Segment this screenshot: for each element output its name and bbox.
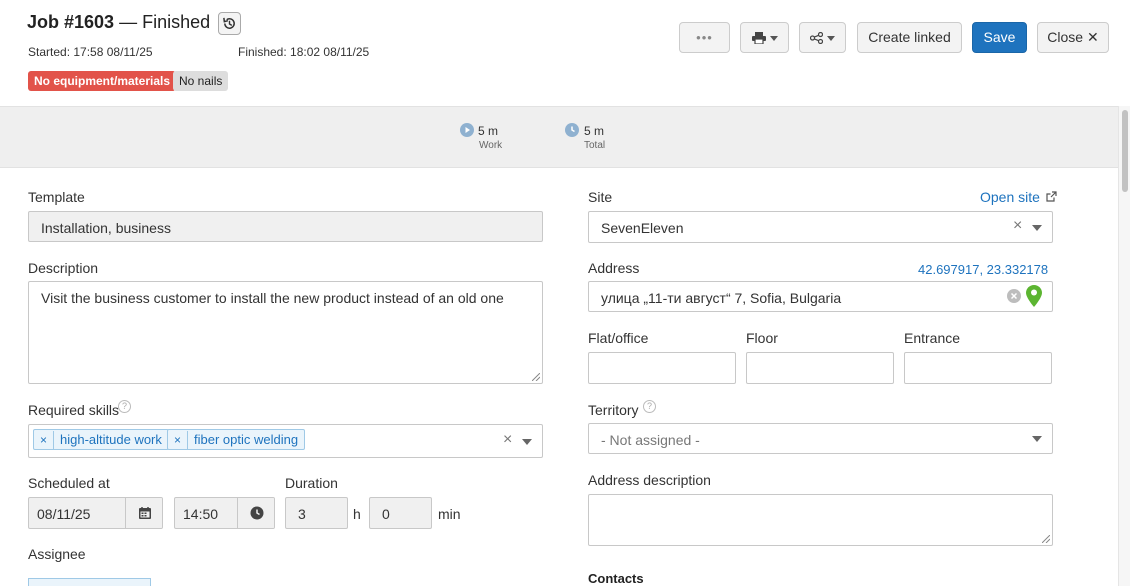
required-skills-label: Required skills (28, 402, 120, 418)
open-site-label: Open site (980, 189, 1040, 205)
clear-icon[interactable]: × (503, 431, 512, 449)
skill-chip: × fiber optic welding (167, 429, 306, 450)
chevron-down-icon (769, 35, 778, 41)
description-label: Description (28, 260, 99, 276)
time-summary-band (0, 106, 1118, 168)
chevron-down-icon[interactable] (1032, 225, 1042, 231)
history-icon (223, 17, 235, 29)
print-button[interactable] (740, 22, 789, 53)
description-textarea[interactable]: Visit the business customer to install t… (28, 281, 543, 384)
required-skills-select[interactable]: × high-altitude work × fiber optic welding… (28, 424, 543, 458)
template-field: Installation, business (28, 211, 543, 242)
work-time-label: Work (479, 140, 503, 151)
floor-label: Floor (746, 330, 778, 346)
job-status: — Finished (119, 12, 211, 32)
map-pin-icon[interactable] (1026, 285, 1042, 307)
address-input[interactable]: улица „11-ти август“ 7, Sofia, Bulgaria (588, 281, 1053, 312)
skill-chip-label: fiber optic welding (194, 432, 299, 447)
external-link-icon (1046, 191, 1057, 202)
chevron-down-icon (827, 35, 835, 41)
duration-hours-input[interactable]: 3 (285, 497, 348, 529)
remove-chip-icon[interactable]: × (34, 431, 54, 450)
work-time-value: 5 m (478, 124, 499, 138)
more-icon: ••• (696, 30, 713, 45)
help-icon[interactable]: ? (643, 400, 656, 413)
territory-label: Territory (588, 402, 639, 418)
address-description-textarea[interactable] (588, 494, 1053, 546)
open-site-link[interactable]: Open site (980, 189, 1057, 205)
description-value: Visit the business customer to install t… (41, 290, 504, 306)
scheduled-at-label: Scheduled at (28, 475, 110, 491)
entrance-input[interactable] (904, 352, 1052, 384)
create-linked-button[interactable]: Create linked (857, 22, 962, 53)
more-button[interactable]: ••• (679, 22, 730, 53)
help-icon[interactable]: ? (118, 400, 131, 413)
play-icon (460, 123, 474, 137)
time-picker-button[interactable] (237, 498, 274, 528)
chevron-down-icon[interactable] (1032, 436, 1042, 442)
flat-office-label: Flat/office (588, 330, 649, 346)
calendar-icon (139, 507, 151, 519)
clear-icon[interactable]: × (1013, 217, 1022, 235)
clear-circle-icon[interactable] (1007, 289, 1021, 303)
finished-time: Finished: 18:02 08/11/25 (238, 45, 370, 59)
share-icon (809, 32, 824, 45)
skill-chip-label: high-altitude work (60, 432, 162, 447)
duration-label: Duration (285, 475, 338, 491)
scheduled-date-value: 08/11/25 (37, 506, 91, 522)
site-label: Site (588, 189, 613, 205)
site-select[interactable]: SevenEleven × (588, 211, 1053, 243)
entrance-label: Entrance (904, 330, 961, 346)
save-button[interactable]: Save (972, 22, 1027, 53)
scrollbar-thumb[interactable] (1122, 110, 1128, 192)
minutes-unit: min (438, 506, 461, 522)
address-label: Address (588, 260, 640, 276)
address-description-label: Address description (588, 472, 711, 488)
history-button[interactable] (218, 12, 241, 35)
site-value: SevenEleven (601, 220, 684, 236)
chevron-down-icon[interactable] (522, 439, 532, 445)
territory-select[interactable]: - Not assigned - (588, 423, 1053, 454)
template-value: Installation, business (41, 220, 171, 236)
resize-handle-icon[interactable] (1042, 535, 1050, 543)
job-title: Job #1603 — Finished (27, 12, 210, 33)
tag-no-equipment: No equipment/materials (28, 71, 177, 91)
share-button[interactable] (799, 22, 846, 53)
clock-icon (250, 506, 264, 520)
floor-input[interactable] (746, 352, 894, 384)
remove-chip-icon[interactable]: × (168, 431, 188, 450)
duration-minutes-value: 0 (382, 506, 390, 522)
started-time: Started: 17:58 08/11/25 (28, 45, 153, 59)
total-time-value: 5 m (584, 124, 605, 138)
territory-value: - Not assigned - (601, 432, 700, 448)
hours-unit: h (353, 506, 361, 522)
scheduled-date-input[interactable]: 08/11/25 (28, 497, 163, 529)
coordinates-link[interactable]: 42.697917, 23.332178 (918, 262, 1048, 277)
scheduled-time-input[interactable]: 14:50 (174, 497, 275, 529)
template-label: Template (28, 189, 85, 205)
calendar-button[interactable] (125, 498, 162, 528)
total-time-label: Total (584, 140, 606, 151)
flat-office-input[interactable] (588, 352, 736, 384)
contacts-heading: Contacts (588, 571, 644, 586)
job-number: Job #1603 (27, 12, 115, 32)
scheduled-time-value: 14:50 (183, 506, 219, 522)
address-value: улица „11-ти август“ 7, Sofia, Bulgaria (601, 290, 842, 306)
resize-handle-icon[interactable] (532, 373, 540, 381)
assignee-label: Assignee (28, 546, 86, 562)
skill-chip: × high-altitude work (33, 429, 169, 450)
assignee-chip[interactable] (28, 578, 151, 586)
duration-hours-value: 3 (298, 506, 306, 522)
tag-no-nails: No nails (173, 71, 229, 91)
clock-icon (565, 123, 579, 137)
duration-minutes-input[interactable]: 0 (369, 497, 432, 529)
print-icon (751, 32, 766, 45)
close-button[interactable]: Close ✕ (1037, 22, 1109, 53)
